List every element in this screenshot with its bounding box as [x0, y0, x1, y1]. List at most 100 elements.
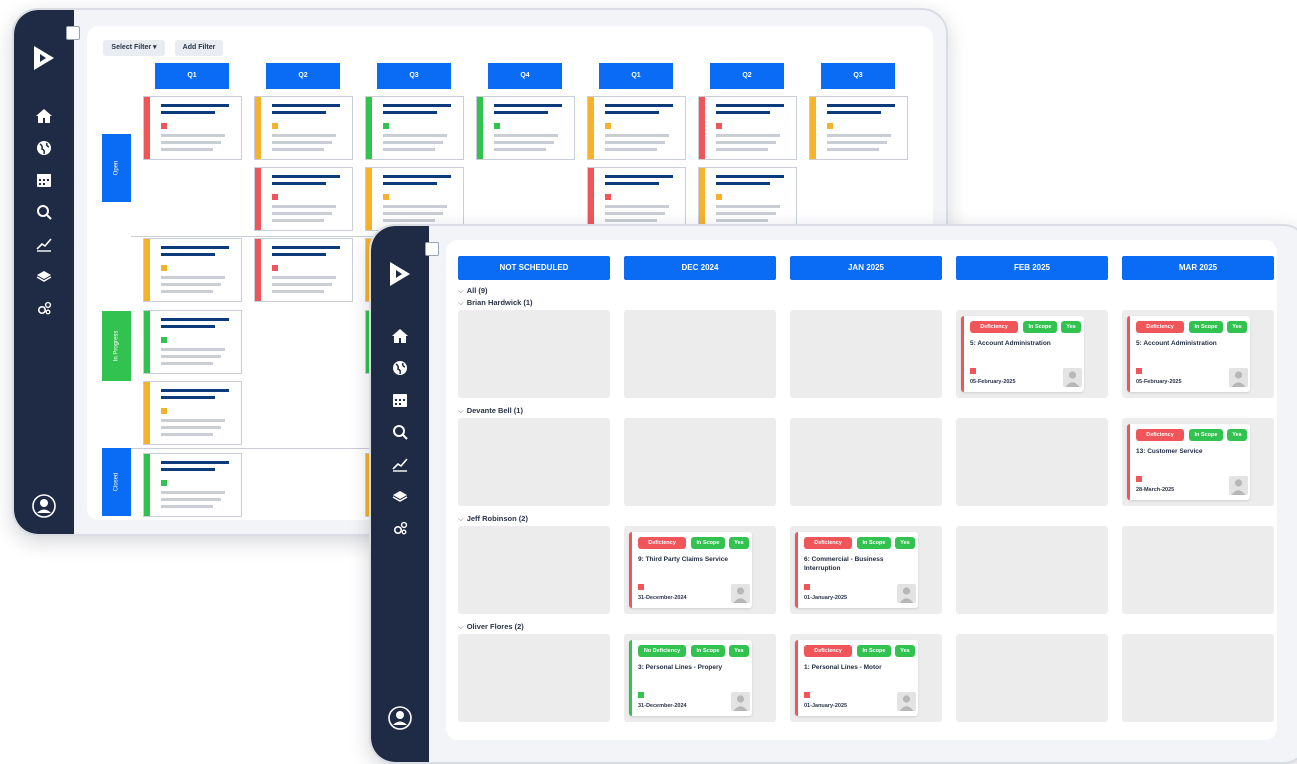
card-line [494, 141, 554, 144]
schedule-cell[interactable] [790, 310, 942, 398]
card-line [272, 276, 336, 279]
globe-icon[interactable] [390, 358, 410, 378]
avatar-icon[interactable] [731, 584, 750, 603]
quarter-header: Q3 [821, 63, 895, 89]
schedule-cell[interactable] [1122, 526, 1274, 614]
schedule-cell[interactable] [956, 526, 1108, 614]
finding-card[interactable]: Deficiency In Scope Yes 5: Account Administ… [961, 316, 1084, 392]
avatar-icon[interactable] [897, 692, 916, 711]
schedule-cell[interactable] [458, 526, 610, 614]
schedule-cell[interactable] [624, 310, 776, 398]
board-card[interactable] [587, 96, 686, 160]
card-date: 05-February-2025 [1136, 379, 1182, 385]
schedule-cell[interactable] [790, 418, 942, 506]
avatar-icon[interactable] [731, 692, 750, 711]
board-card[interactable] [143, 381, 242, 445]
schedule-cell[interactable] [624, 418, 776, 506]
user-avatar-icon[interactable] [32, 494, 56, 518]
board-card[interactable] [143, 453, 242, 517]
board-card[interactable] [365, 96, 464, 160]
chevron-down-icon[interactable]: ⌵ [458, 406, 464, 415]
finding-card[interactable]: No Deficiency In Scope Yes 3: Personal Line… [629, 640, 752, 716]
yes-badge: Yes [729, 645, 749, 657]
board-card[interactable] [698, 96, 797, 160]
assignee-group-header[interactable]: ⌵ Jeff Robinson (2) [458, 514, 528, 524]
avatar-icon[interactable] [1063, 368, 1082, 387]
schedule-cell[interactable]: Deficiency In Scope Yes 13: Customer Servic… [1122, 418, 1274, 506]
board-card[interactable] [143, 96, 242, 160]
board-card[interactable] [254, 167, 353, 231]
priority-square [272, 194, 278, 200]
select-filter-button[interactable]: Select Filter ▾ [103, 40, 165, 56]
card-line [161, 362, 213, 365]
finding-card[interactable]: Deficiency In Scope Yes 1: Personal Lines -… [795, 640, 918, 716]
board-card[interactable] [698, 167, 797, 231]
board-card[interactable] [254, 238, 353, 302]
card-line [716, 134, 780, 137]
card-line [383, 219, 435, 222]
board-card[interactable] [143, 310, 242, 374]
board-card[interactable] [476, 96, 575, 160]
schedule-cell[interactable] [956, 634, 1108, 722]
search-icon[interactable] [34, 202, 54, 222]
finding-card[interactable]: Deficiency In Scope Yes 5: Account Administ… [1127, 316, 1250, 392]
card-line [605, 182, 659, 185]
chevron-down-icon[interactable]: ⌵ [458, 514, 464, 523]
expand-icon[interactable] [66, 26, 80, 40]
board-card[interactable] [254, 96, 353, 160]
avatar-icon[interactable] [1229, 476, 1248, 495]
layers-icon[interactable] [390, 486, 410, 506]
home-icon[interactable] [390, 326, 410, 346]
calendar-icon[interactable] [390, 390, 410, 410]
card-line [494, 134, 558, 137]
board-card[interactable] [587, 167, 686, 231]
card-line [494, 148, 546, 151]
schedule-cell[interactable] [458, 310, 610, 398]
assignee-group-header[interactable]: ⌵ Devante Bell (1) [458, 406, 523, 416]
board-card[interactable] [809, 96, 908, 160]
schedule-cell[interactable]: No Deficiency In Scope Yes 3: Personal Line… [624, 634, 776, 722]
schedule-cell[interactable] [1122, 634, 1274, 722]
card-line [161, 348, 225, 351]
schedule-cell[interactable]: Deficiency In Scope Yes 6: Commercial - Bus… [790, 526, 942, 614]
card-line [161, 148, 213, 151]
settings-icon[interactable] [34, 298, 54, 318]
assignee-group-header[interactable]: ⌵ Brian Hardwick (1) [458, 298, 533, 308]
settings-icon[interactable] [390, 518, 410, 538]
priority-square [383, 123, 389, 129]
board-card[interactable] [143, 238, 242, 302]
user-avatar-icon[interactable] [388, 706, 412, 730]
schedule-cell[interactable]: Deficiency In Scope Yes 1: Personal Lines -… [790, 634, 942, 722]
avatar-icon[interactable] [897, 584, 916, 603]
group-all[interactable]: ⌵ All (9) [458, 286, 488, 296]
layers-icon[interactable] [34, 266, 54, 286]
finding-card[interactable]: Deficiency In Scope Yes 9: Third Party Clai… [629, 532, 752, 608]
card-line [383, 134, 447, 137]
deficiency-badge: Deficiency [804, 645, 852, 657]
chevron-down-icon[interactable]: ⌵ [458, 298, 464, 307]
schedule-cell[interactable]: Deficiency In Scope Yes 5: Account Administ… [1122, 310, 1274, 398]
priority-square [970, 368, 976, 374]
globe-icon[interactable] [34, 138, 54, 158]
card-line [827, 148, 879, 151]
chart-icon[interactable] [34, 234, 54, 254]
finding-card[interactable]: Deficiency In Scope Yes 6: Commercial - Bus… [795, 532, 918, 608]
schedule-cell[interactable] [458, 418, 610, 506]
add-filter-button[interactable]: Add Filter [175, 40, 223, 56]
avatar-icon[interactable] [1229, 368, 1248, 387]
home-icon[interactable] [34, 106, 54, 126]
finding-card[interactable]: Deficiency In Scope Yes 13: Customer Servic… [1127, 424, 1250, 500]
schedule-cell[interactable] [458, 634, 610, 722]
schedule-cell[interactable]: Deficiency In Scope Yes 9: Third Party Clai… [624, 526, 776, 614]
calendar-icon[interactable] [34, 170, 54, 190]
card-line [161, 141, 221, 144]
search-icon[interactable] [390, 422, 410, 442]
chevron-down-icon[interactable]: ⌵ [458, 622, 464, 631]
board-card[interactable] [365, 167, 464, 231]
expand-icon[interactable] [425, 242, 439, 256]
assignee-group-header[interactable]: ⌵ Oliver Flores (2) [458, 622, 524, 632]
chart-icon[interactable] [390, 454, 410, 474]
schedule-cell[interactable]: Deficiency In Scope Yes 5: Account Administ… [956, 310, 1108, 398]
schedule-cell[interactable] [956, 418, 1108, 506]
card-line [161, 325, 215, 328]
